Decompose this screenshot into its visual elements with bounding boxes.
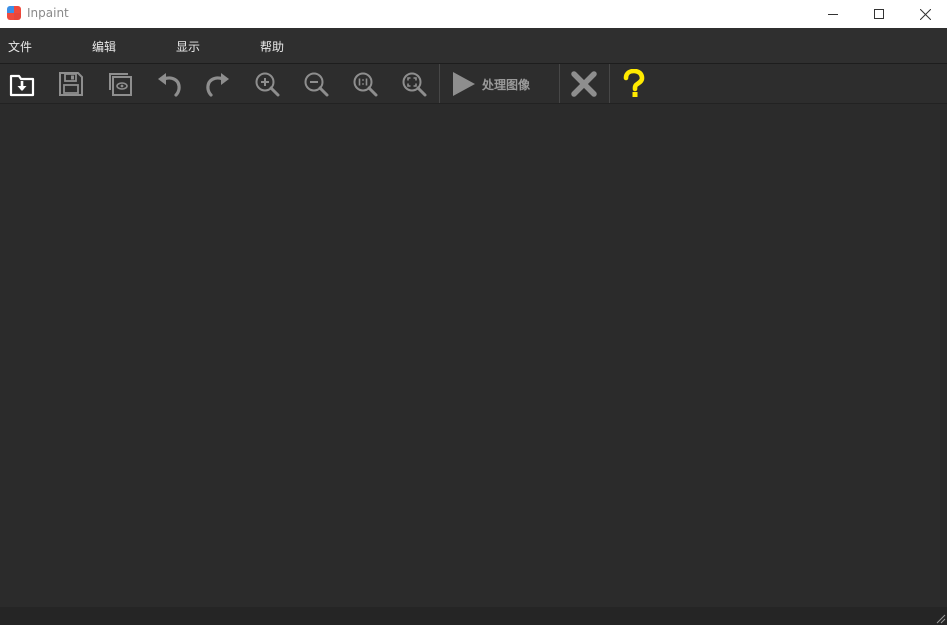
minimize-icon <box>828 14 838 15</box>
undo-icon <box>158 73 181 97</box>
open-button[interactable] <box>5 67 39 101</box>
undo-button[interactable] <box>152 67 186 101</box>
save-button[interactable] <box>54 67 88 101</box>
save-icon <box>59 72 83 96</box>
redo-button[interactable] <box>201 67 235 101</box>
toolbar: 处理图像 <box>0 64 947 104</box>
fit-window-button[interactable] <box>397 67 431 101</box>
toolbar-separator <box>609 64 610 103</box>
menu-file[interactable]: 文件 <box>8 38 32 55</box>
menu-edit[interactable]: 编辑 <box>92 38 116 55</box>
help-icon <box>623 69 645 97</box>
cancel-button[interactable] <box>567 67 601 101</box>
open-icon <box>9 74 35 97</box>
actual-size-icon <box>353 72 378 97</box>
close-window-button[interactable] <box>902 0 947 28</box>
preview-icon <box>109 73 132 96</box>
image-canvas[interactable] <box>0 104 947 607</box>
maximize-button[interactable] <box>856 0 902 28</box>
zoom-in-button[interactable] <box>250 67 284 101</box>
zoom-out-button[interactable] <box>299 67 333 101</box>
close-window-icon <box>919 8 931 20</box>
status-bar <box>0 607 947 625</box>
play-icon <box>453 72 475 96</box>
zoom-in-icon <box>255 72 280 97</box>
process-image-label: 处理图像 <box>482 77 531 92</box>
app-icon <box>7 6 21 20</box>
close-icon <box>571 71 597 97</box>
process-image-button[interactable]: 处理图像 <box>450 67 554 101</box>
menu-help[interactable]: 帮助 <box>260 38 284 55</box>
actual-size-button[interactable] <box>348 67 382 101</box>
minimize-button[interactable] <box>810 0 856 28</box>
maximize-icon <box>874 9 884 19</box>
redo-icon <box>206 73 229 97</box>
zoom-out-icon <box>304 72 329 97</box>
fit-icon <box>402 72 427 97</box>
toolbar-separator <box>559 64 560 103</box>
toolbar-separator <box>439 64 440 103</box>
menu-view[interactable]: 显示 <box>176 38 200 55</box>
title-bar: Inpaint <box>0 0 947 28</box>
preview-button[interactable] <box>103 67 137 101</box>
window-title: Inpaint <box>27 6 69 20</box>
menu-bar: 文件 编辑 显示 帮助 <box>0 28 947 64</box>
resize-grip-icon[interactable] <box>934 612 946 624</box>
help-button[interactable] <box>617 67 651 101</box>
